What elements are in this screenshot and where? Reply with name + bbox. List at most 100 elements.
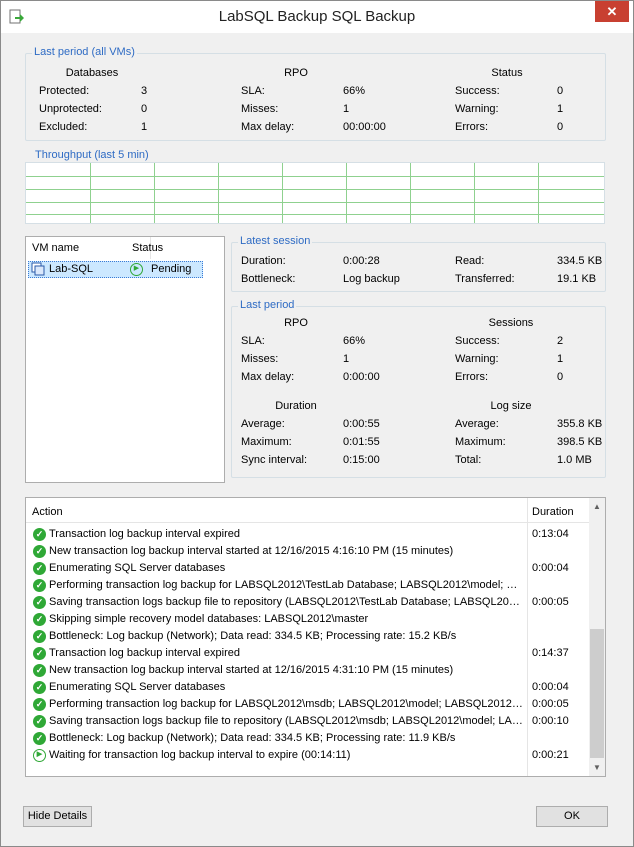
- duration-column-header[interactable]: Duration: [532, 506, 574, 518]
- log-message: Bottleneck: Log backup (Network); Data r…: [49, 630, 457, 642]
- lp-avg-log-label: Average:: [455, 418, 499, 430]
- success-icon: ✓: [33, 664, 46, 677]
- log-message: Transaction log backup interval expired: [49, 528, 240, 540]
- log-row[interactable]: ✓ Enumerating SQL Server databases 0:00:04: [26, 679, 590, 696]
- read-label: Read:: [455, 255, 485, 267]
- backup-session-window: LabSQL Backup SQL Backup ✕ Last period (…: [0, 0, 634, 847]
- lp-warning-label: Warning:: [455, 353, 499, 365]
- ok-button[interactable]: OK: [536, 806, 608, 827]
- lp-misses-label: Misses:: [241, 353, 279, 365]
- log-row[interactable]: ✓ Saving transaction logs backup file to …: [26, 713, 590, 730]
- log-duration: 0:14:37: [532, 647, 569, 659]
- vm-list-header: VM name Status: [26, 237, 224, 259]
- lp-sync-interval-value: 0:15:00: [343, 454, 380, 466]
- lp-sessions-header: Sessions: [488, 317, 534, 329]
- log-duration: 0:00:10: [532, 715, 569, 727]
- group-title-last-period: Last period: [238, 299, 297, 311]
- vm-name-column-header[interactable]: VM name: [32, 242, 79, 254]
- log-row[interactable]: ✓ Bottleneck: Log backup (Network); Data …: [26, 730, 590, 747]
- max-delay-label: Max delay:: [241, 121, 295, 133]
- lp-max-log-label: Maximum:: [455, 436, 506, 448]
- throughput-chart: [25, 162, 605, 224]
- vm-icon: [31, 262, 45, 276]
- bottleneck-value: Log backup: [343, 273, 400, 285]
- success-icon: ✓: [33, 579, 46, 592]
- log-message: Waiting for transaction log backup inter…: [49, 749, 351, 761]
- lp-errors-label: Errors:: [455, 371, 488, 383]
- vm-list[interactable]: VM name Status Lab-SQL ▶ Pending: [25, 236, 225, 483]
- scroll-up-arrow-icon[interactable]: ▲: [589, 498, 605, 515]
- title-bar: LabSQL Backup SQL Backup ✕: [1, 1, 633, 33]
- excluded-label: Excluded:: [39, 121, 88, 133]
- success-icon: ✓: [33, 715, 46, 728]
- log-row[interactable]: ✓ Enumerating SQL Server databases 0:00:04: [26, 560, 590, 577]
- log-row[interactable]: ✓ Performing transaction log backup for L…: [26, 577, 590, 594]
- log-message: Saving transaction logs backup file to r…: [49, 596, 523, 608]
- lp-max-delay-value: 0:00:00: [343, 371, 380, 383]
- transferred-label: Transferred:: [455, 273, 515, 285]
- group-title-throughput: Throughput (last 5 min): [33, 149, 151, 161]
- group-title-last-period-all: Last period (all VMs): [32, 46, 137, 58]
- log-message: Performing transaction log backup for LA…: [49, 579, 523, 591]
- log-message: New transaction log backup interval star…: [49, 664, 454, 676]
- scroll-thumb[interactable]: [590, 629, 604, 758]
- group-title-latest-session: Latest session: [238, 235, 313, 247]
- lp-errors-value: 0: [557, 371, 564, 383]
- log-row[interactable]: ✓ Performing transaction log backup for L…: [26, 696, 590, 713]
- lp-max-duration-value: 0:01:55: [343, 436, 380, 448]
- log-scrollbar[interactable]: ▲ ▼: [589, 498, 605, 776]
- log-row[interactable]: ✓ Bottleneck: Log backup (Network); Data …: [26, 628, 590, 645]
- lp-avg-duration-label: Average:: [241, 418, 285, 430]
- errors-label: Errors:: [455, 121, 488, 133]
- log-message: Skipping simple recovery model databases…: [49, 613, 369, 625]
- bottleneck-label: Bottleneck:: [241, 273, 296, 285]
- lp-sync-interval-label: Sync interval:: [241, 454, 308, 466]
- action-log[interactable]: Action Duration ✓ Transaction log backup …: [25, 497, 606, 777]
- transferred-value: 19.1 KB: [557, 273, 597, 285]
- vm-row-lab-sql[interactable]: Lab-SQL ▶ Pending: [28, 261, 203, 278]
- success-icon: ✓: [33, 528, 46, 541]
- success-icon: ✓: [33, 732, 46, 745]
- success-icon: ✓: [33, 596, 46, 609]
- log-row[interactable]: ✓ New transaction log backup interval sta…: [26, 543, 590, 560]
- log-message: Enumerating SQL Server databases: [49, 681, 226, 693]
- log-message: New transaction log backup interval star…: [49, 545, 454, 557]
- log-message: Enumerating SQL Server databases: [49, 562, 226, 574]
- log-duration: 0:00:04: [532, 562, 569, 574]
- success-icon: ✓: [33, 681, 46, 694]
- lp-avg-log-value: 355.8 KB: [557, 418, 603, 430]
- log-duration: 0:13:04: [532, 528, 569, 540]
- log-message: Saving transaction logs backup file to r…: [49, 715, 523, 727]
- errors-value: 0: [557, 121, 564, 133]
- log-row[interactable]: ✓ New transaction log backup interval sta…: [26, 662, 590, 679]
- success-icon: ✓: [33, 630, 46, 643]
- read-value: 334.5 KB: [557, 255, 603, 267]
- close-button[interactable]: ✕: [595, 1, 629, 22]
- status-header: Status: [491, 67, 523, 79]
- lp-log-size-header: Log size: [490, 400, 532, 412]
- log-duration: 0:00:05: [532, 698, 569, 710]
- status-column-header[interactable]: Status: [132, 242, 163, 254]
- log-row[interactable]: ✓ Transaction log backup interval expired…: [26, 526, 590, 543]
- log-row[interactable]: ▶ Waiting for transaction log backup inte…: [26, 747, 590, 764]
- log-row[interactable]: ✓ Transaction log backup interval expired…: [26, 645, 590, 662]
- action-log-header: Action Duration: [26, 498, 590, 523]
- log-row[interactable]: ✓ Skipping simple recovery model database…: [26, 611, 590, 628]
- sla-value: 66%: [343, 85, 366, 97]
- log-message: Performing transaction log backup for LA…: [49, 698, 523, 710]
- last-period-group: Last period: [231, 299, 606, 478]
- throughput-grid: [26, 163, 604, 223]
- success-label: Success:: [455, 85, 500, 97]
- log-message: Bottleneck: Log backup (Network); Data r…: [49, 732, 456, 744]
- log-row[interactable]: ✓ Saving transaction logs backup file to …: [26, 594, 590, 611]
- excluded-value: 1: [141, 121, 148, 133]
- action-column-header[interactable]: Action: [32, 506, 63, 518]
- scroll-down-arrow-icon[interactable]: ▼: [589, 759, 605, 776]
- misses-label: Misses:: [241, 103, 279, 115]
- protected-value: 3: [141, 85, 148, 97]
- protected-label: Protected:: [39, 85, 90, 97]
- lp-sla-label: SLA:: [241, 335, 265, 347]
- hide-details-button[interactable]: Hide Details: [23, 806, 92, 827]
- lp-warning-value: 1: [557, 353, 564, 365]
- log-duration: 0:00:04: [532, 681, 569, 693]
